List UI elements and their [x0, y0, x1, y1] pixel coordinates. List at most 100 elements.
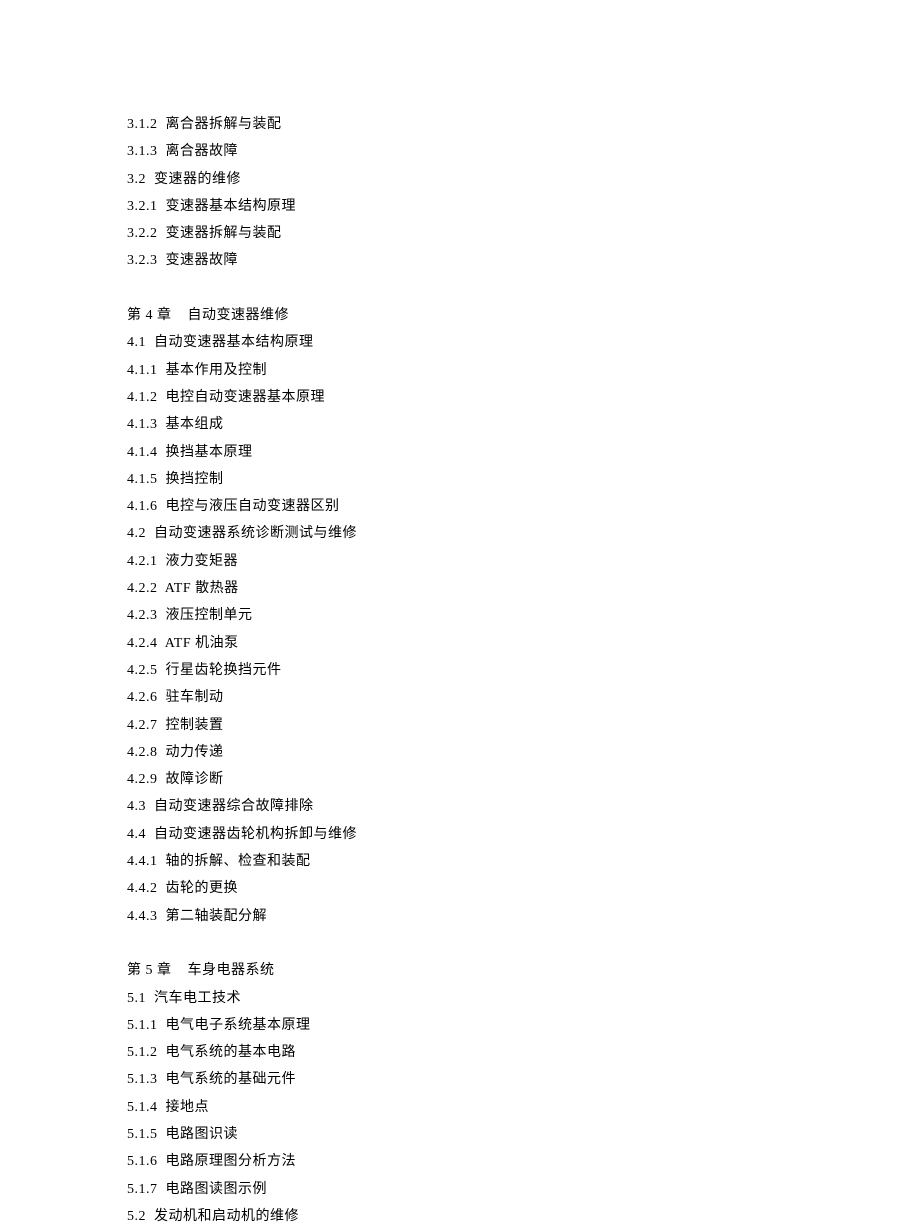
toc-entry: 3.2.3 变速器故障 [127, 247, 920, 274]
toc-entry-title: 电气系统的基础元件 [166, 1072, 297, 1087]
toc-entry-title: 轴的拆解、检查和装配 [166, 854, 311, 869]
toc-entry-title: 变速器的维修 [154, 172, 241, 187]
toc-entry-title: 基本作用及控制 [166, 363, 268, 378]
toc-entry-number: 4.4.3 [127, 909, 158, 924]
toc-entry-title: 离合器拆解与装配 [166, 117, 282, 132]
toc-entry-number: 5.1 [127, 991, 146, 1006]
toc-entry-number: 4.2 [127, 526, 146, 541]
toc-entry-number: 3.1.3 [127, 144, 158, 159]
toc-entry-number: 4.4 [127, 827, 146, 842]
toc-entry-title: 变速器故障 [166, 253, 239, 268]
toc-entry: 5.1.2 电气系统的基本电路 [127, 1039, 920, 1066]
toc-entry: 4.2.6 驻车制动 [127, 684, 920, 711]
toc-entry-number: 5.1.2 [127, 1045, 158, 1060]
toc-entry-title: 电路原理图分析方法 [166, 1154, 297, 1169]
toc-entry-title: 液压控制单元 [166, 608, 253, 623]
toc-entry-title: 离合器故障 [166, 144, 239, 159]
blank-line [127, 275, 920, 302]
toc-entry-number: 4.2.8 [127, 745, 158, 760]
toc-entry: 5.1.6 电路原理图分析方法 [127, 1148, 920, 1175]
toc-entry-title: 驻车制动 [166, 690, 224, 705]
toc-entry: 3.1.2 离合器拆解与装配 [127, 111, 920, 138]
toc-entry-title: ATF 机油泵 [165, 636, 239, 651]
toc-chapter-number: 第 5 章 [127, 963, 172, 978]
toc-entry: 4.4.3 第二轴装配分解 [127, 903, 920, 930]
toc-entry-title: 自动变速器系统诊断测试与维修 [154, 526, 357, 541]
toc-entry-title: 行星齿轮换挡元件 [166, 663, 282, 678]
toc-entry-number: 4.2.9 [127, 772, 158, 787]
toc-entry-number: 5.1.6 [127, 1154, 158, 1169]
toc-entry: 5.1.5 电路图识读 [127, 1121, 920, 1148]
toc-entry-number: 3.2.2 [127, 226, 158, 241]
toc-entry-number: 5.1.5 [127, 1127, 158, 1142]
toc-entry-title: 自动变速器综合故障排除 [154, 799, 314, 814]
document-page: 3.1.2 离合器拆解与装配3.1.3 离合器故障3.2 变速器的维修3.2.1… [0, 0, 920, 1191]
toc-entry-title: 电控与液压自动变速器区别 [166, 499, 340, 514]
toc-entry-title: 第二轴装配分解 [166, 909, 268, 924]
toc-entry-number: 5.1.1 [127, 1018, 158, 1033]
toc-entry: 4.1.1 基本作用及控制 [127, 357, 920, 384]
toc-entry: 4.4.2 齿轮的更换 [127, 875, 920, 902]
toc-entry-title: 故障诊断 [166, 772, 224, 787]
toc-entry-title: 换挡基本原理 [166, 445, 253, 460]
toc-entry-number: 4.1 [127, 335, 146, 350]
toc-entry-title: 基本组成 [166, 417, 224, 432]
toc-entry-number: 3.2.1 [127, 199, 158, 214]
toc-entry: 5.2 发动机和启动机的维修 [127, 1203, 920, 1230]
toc-entry: 4.2.5 行星齿轮换挡元件 [127, 657, 920, 684]
toc-entry: 3.1.3 离合器故障 [127, 138, 920, 165]
toc-entry: 4.2.8 动力传递 [127, 739, 920, 766]
toc-entry-title: 发动机和启动机的维修 [154, 1209, 299, 1224]
blank-line [127, 930, 920, 957]
toc-entry-title: 电气系统的基本电路 [166, 1045, 297, 1060]
toc-entry-number: 5.1.3 [127, 1072, 158, 1087]
toc-entry-number: 4.4.1 [127, 854, 158, 869]
toc-entry-title: 齿轮的更换 [166, 881, 239, 896]
toc-entry-title: 动力传递 [166, 745, 224, 760]
toc-entry-title: 电控自动变速器基本原理 [166, 390, 326, 405]
toc-entry-number: 5.1.7 [127, 1182, 158, 1197]
toc-chapter-title: 自动变速器维修 [188, 308, 290, 323]
toc-entry: 4.1.5 换挡控制 [127, 466, 920, 493]
toc-entry: 5.1.1 电气电子系统基本原理 [127, 1012, 920, 1039]
toc-entry: 5.1.3 电气系统的基础元件 [127, 1066, 920, 1093]
toc-entry-title: 自动变速器齿轮机构拆卸与维修 [154, 827, 357, 842]
toc-entry: 5.1.4 接地点 [127, 1094, 920, 1121]
toc-entry-title: 换挡控制 [166, 472, 224, 487]
toc-entry: 3.2.2 变速器拆解与装配 [127, 220, 920, 247]
toc-entry: 4.1.2 电控自动变速器基本原理 [127, 384, 920, 411]
toc-entry-title: 变速器拆解与装配 [166, 226, 282, 241]
toc-entry-number: 5.1.4 [127, 1100, 158, 1115]
toc-entry: 4.2.7 控制装置 [127, 712, 920, 739]
toc-entry-number: 4.2.5 [127, 663, 158, 678]
toc-chapter-title: 车身电器系统 [188, 963, 275, 978]
toc-entry-number: 4.3 [127, 799, 146, 814]
toc-entry-number: 4.4.2 [127, 881, 158, 896]
toc-entry-number: 5.2 [127, 1209, 146, 1224]
toc-chapter-heading: 第 4 章 自动变速器维修 [127, 302, 920, 329]
toc-entry-number: 4.1.5 [127, 472, 158, 487]
toc-entry-title: 液力变矩器 [166, 554, 239, 569]
toc-entry-title: 汽车电工技术 [154, 991, 241, 1006]
toc-entry-number: 4.2.1 [127, 554, 158, 569]
toc-entry: 5.1.7 电路图读图示例 [127, 1176, 920, 1203]
toc-entry: 4.1.3 基本组成 [127, 411, 920, 438]
toc-entry-title: ATF 散热器 [165, 581, 239, 596]
toc-entry-title: 变速器基本结构原理 [166, 199, 297, 214]
toc-entry: 3.2 变速器的维修 [127, 166, 920, 193]
toc-entry: 4.2.2 ATF 散热器 [127, 575, 920, 602]
toc-entry-number: 4.1.4 [127, 445, 158, 460]
toc-entry-number: 4.1.2 [127, 390, 158, 405]
toc-entry-number: 4.2.6 [127, 690, 158, 705]
toc-entry: 4.2.4 ATF 机油泵 [127, 630, 920, 657]
toc-entry-number: 3.2.3 [127, 253, 158, 268]
toc-entry-number: 4.2.2 [127, 581, 158, 596]
toc-entry-title: 控制装置 [166, 718, 224, 733]
toc-entry: 4.1.4 换挡基本原理 [127, 439, 920, 466]
toc-entry-title: 电路图读图示例 [166, 1182, 268, 1197]
toc-entry-number: 3.1.2 [127, 117, 158, 132]
toc-entry-number: 4.2.4 [127, 636, 158, 651]
toc-entry-number: 4.1.1 [127, 363, 158, 378]
toc-entry: 4.3 自动变速器综合故障排除 [127, 793, 920, 820]
toc-chapter-number: 第 4 章 [127, 308, 172, 323]
